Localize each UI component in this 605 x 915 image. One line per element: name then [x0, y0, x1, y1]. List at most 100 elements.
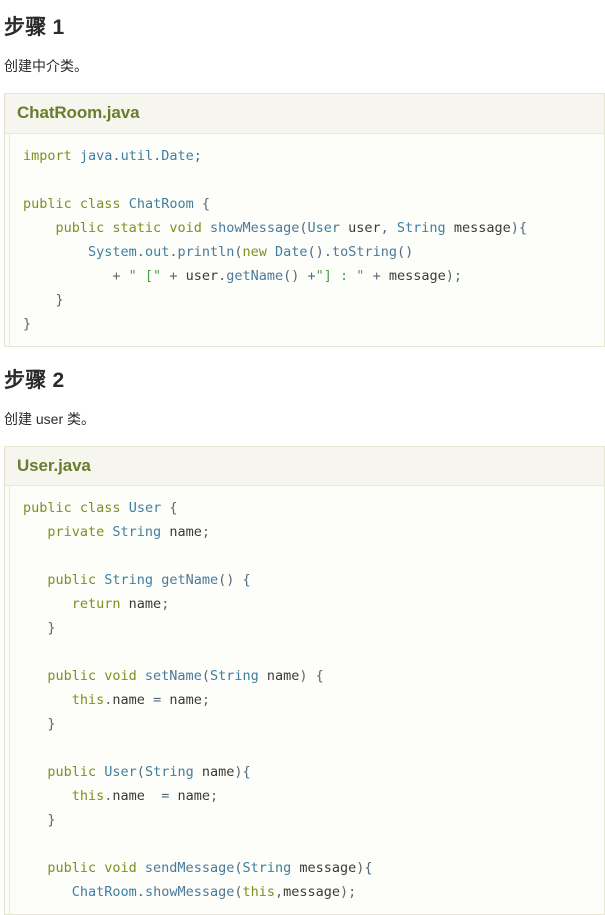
- code-token: showMessage: [144, 884, 235, 901]
- code-token: {: [161, 500, 178, 517]
- code-token: public: [23, 500, 80, 517]
- code-listing: import java.util.Date; public class Chat…: [5, 144, 604, 336]
- code-token: println: [177, 243, 235, 260]
- code-token: name: [177, 788, 210, 805]
- code-token: public: [23, 572, 105, 589]
- code-token: this: [23, 788, 105, 805]
- code-token: String: [242, 860, 292, 877]
- code-token: new: [242, 243, 276, 260]
- code-token: void: [104, 860, 145, 877]
- code-token: this: [242, 884, 275, 901]
- code-token: (: [234, 884, 243, 901]
- code-file-title: ChatRoom.java: [5, 94, 604, 134]
- code-token: .: [218, 267, 227, 284]
- code-token: Date: [161, 147, 194, 164]
- code-token: void: [104, 668, 145, 685]
- code-line: public static void showMessage(User user…: [23, 219, 528, 236]
- code-token: message: [445, 219, 511, 236]
- code-token: public: [23, 764, 105, 781]
- code-line: }: [23, 316, 31, 332]
- code-token: name: [161, 524, 202, 541]
- code-token: toString: [331, 243, 397, 260]
- code-token: return: [23, 596, 129, 613]
- code-token: "] : ": [315, 267, 365, 284]
- code-file-title: User.java: [5, 447, 604, 487]
- code-line: public void setName(String name) {: [23, 668, 323, 685]
- code-line: this.name = name;: [23, 692, 210, 708]
- code-line: ChatRoom.showMessage(this,message);: [23, 884, 357, 901]
- code-token: .: [136, 243, 145, 260]
- code-token: .: [323, 243, 332, 260]
- code-body: public class User { private String name;…: [5, 486, 604, 915]
- code-token: java: [79, 147, 113, 164]
- code-token: .: [153, 147, 162, 164]
- step-heading-label: 步骤: [4, 368, 47, 392]
- code-token: String: [144, 764, 194, 781]
- code-token: );: [340, 884, 357, 901]
- code-token: String: [112, 524, 162, 541]
- code-line: private String name;: [23, 524, 210, 540]
- code-token: " [": [128, 267, 162, 284]
- code-line: public class ChatRoom {: [23, 196, 210, 212]
- code-token: (): [396, 243, 414, 260]
- code-token: Date: [275, 243, 308, 260]
- code-line: }: [23, 292, 64, 308]
- code-token: getName: [226, 267, 284, 284]
- code-token: class: [79, 195, 129, 212]
- code-token: }: [23, 315, 32, 332]
- sections-container: 步骤 1 创建中介类。 ChatRoom.java import java.util.…: [0, 0, 605, 915]
- tutorial-page: 步骤 1 创建中介类。 ChatRoom.java import java.util.…: [0, 0, 605, 915]
- code-token: static: [112, 219, 170, 236]
- code-token: =: [144, 692, 170, 709]
- step-description-2: 创建 user 类。: [4, 411, 96, 428]
- code-token: void: [169, 219, 210, 236]
- code-token: =: [144, 788, 178, 805]
- code-line: }: [23, 620, 55, 636]
- code-token: (): [307, 243, 324, 260]
- code-token: name: [128, 596, 162, 613]
- code-line: }: [23, 716, 56, 733]
- code-line: public void sendMessage(String message){: [23, 860, 372, 877]
- step-heading-1: 步骤 1: [0, 0, 605, 42]
- code-token: () {: [218, 572, 251, 589]
- code-line: return name;: [23, 596, 170, 613]
- code-token: String: [209, 668, 259, 685]
- step-description-1: 创建中介类。: [4, 58, 88, 75]
- code-token: }: [23, 716, 56, 733]
- code-line: this.name = name;: [23, 788, 218, 804]
- step-heading-number: 2: [52, 368, 65, 392]
- code-token: ;: [209, 788, 219, 805]
- code-token: () +: [283, 267, 316, 284]
- code-token: ){: [510, 219, 527, 236]
- code-token: (: [136, 764, 145, 781]
- code-token: message: [283, 884, 341, 901]
- code-token: name: [193, 764, 235, 781]
- code-body: import java.util.Date; public class Chat…: [5, 133, 604, 346]
- step-heading-2: 步骤 2: [0, 353, 605, 395]
- code-line: public class User {: [23, 500, 177, 516]
- code-token: message: [388, 267, 446, 284]
- code-token: User: [307, 219, 341, 236]
- code-token: public: [23, 219, 113, 236]
- code-listing: public class User { private String name;…: [5, 496, 604, 904]
- code-token: (: [201, 668, 210, 685]
- code-card-2: User.java public class User { private Str…: [4, 446, 605, 915]
- code-token: +: [23, 267, 129, 284]
- code-token: String: [104, 572, 154, 589]
- code-token: );: [445, 267, 462, 284]
- code-token: +: [364, 267, 389, 284]
- code-token: ){: [234, 764, 251, 781]
- code-token: ;: [193, 147, 202, 164]
- code-line: System.out.println(new Date().toString(): [23, 244, 413, 260]
- code-token: message: [291, 860, 357, 877]
- code-token: getName: [161, 572, 219, 589]
- step-heading-label: 步骤: [4, 16, 47, 39]
- code-card-1: ChatRoom.java import java.util.Date; publ…: [4, 93, 605, 347]
- code-token: showMessage: [209, 219, 300, 236]
- code-token: User: [104, 764, 137, 781]
- code-token: out: [144, 243, 170, 260]
- code-token: user: [340, 219, 381, 236]
- code-token: public: [23, 668, 105, 685]
- code-token: name: [112, 692, 145, 709]
